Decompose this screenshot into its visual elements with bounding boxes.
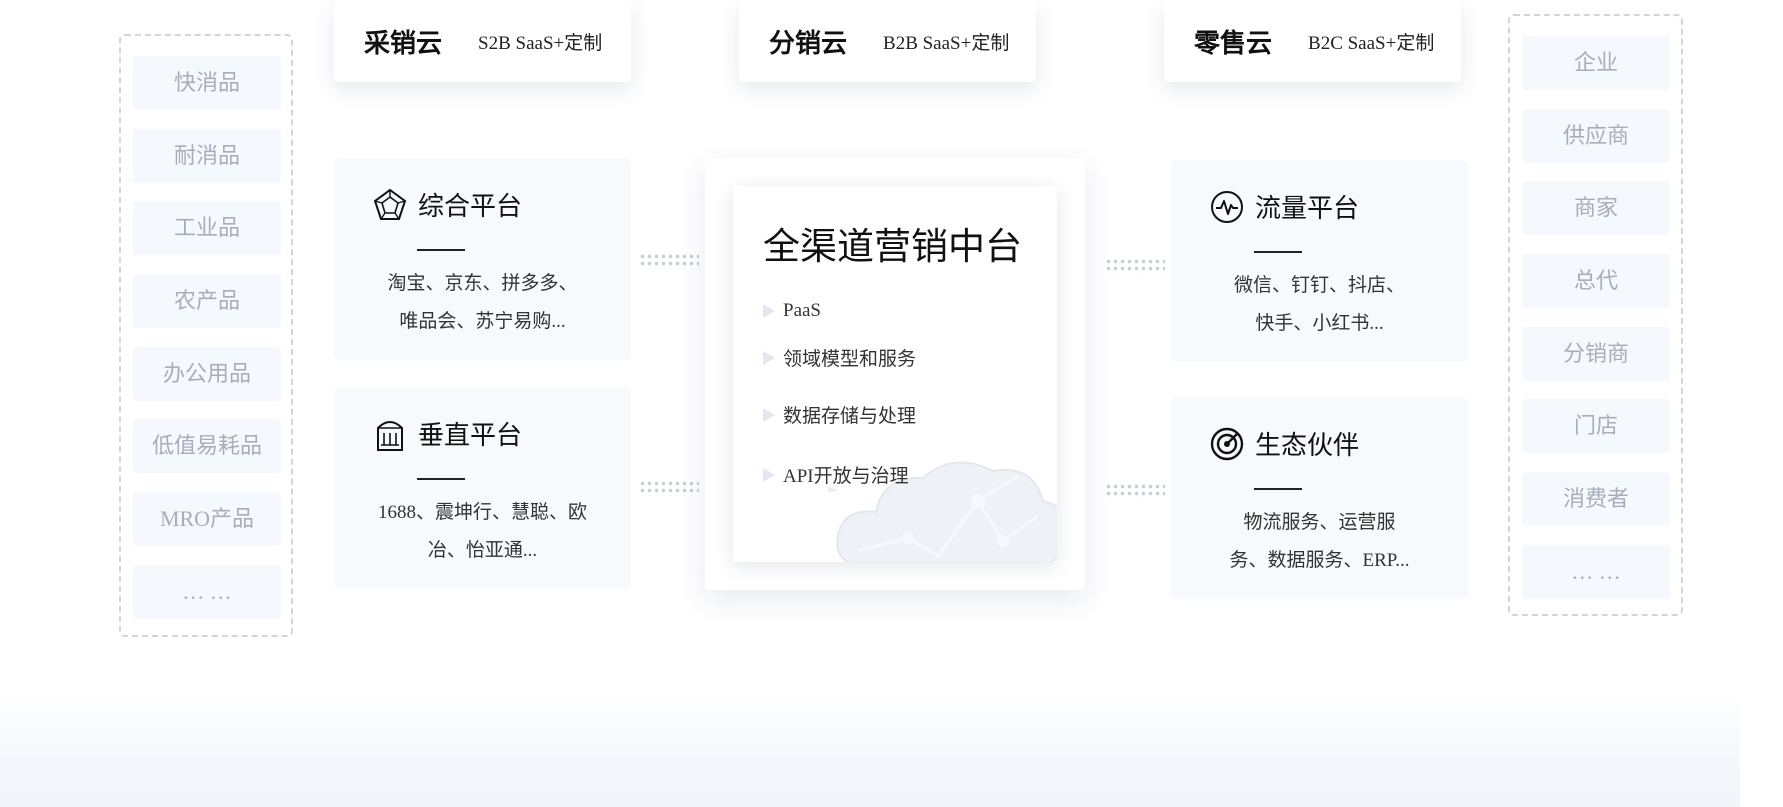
panel-description-line: 务、数据服务、ERP... — [1229, 550, 1410, 571]
connector-dots — [639, 480, 699, 496]
connector-dots — [1105, 483, 1165, 499]
panel-vertical-platform: 垂直平台 1688、震坤行、慧聪、欧 冶、怡亚通... — [334, 387, 631, 589]
right-role-group: 企业 供应商 商家 总代 分销商 门店 消费者 … … — [1508, 14, 1683, 616]
connector-dots — [639, 253, 699, 269]
cloud-card-procurement: 采销云 S2B SaaS+定制 — [334, 0, 631, 82]
center-hub-inner: 全渠道营销中台 PaaS 领域模型和服务 数据存储与处理 API开放与治理 — [733, 186, 1057, 562]
category-chip: 快消品 — [133, 56, 281, 110]
panel-ecosystem-partners: 生态伙伴 物流服务、运营服 务、数据服务、ERP... — [1171, 397, 1468, 599]
panel-description-line: 1688、震坤行、慧聪、欧 — [377, 502, 587, 523]
panel-divider — [1254, 488, 1302, 490]
center-hub-card: 全渠道营销中台 PaaS 领域模型和服务 数据存储与处理 API开放与治理 — [705, 158, 1085, 590]
center-hub-title: 全渠道营销中台 — [763, 226, 1022, 267]
hub-list-item: 领域模型和服务 — [763, 344, 916, 371]
panel-description-line: 唯品会、苏宁易购... — [399, 311, 566, 332]
cloud-card-subtitle: S2B SaaS+定制 — [478, 32, 603, 54]
hub-list-label: 领域模型和服务 — [783, 349, 917, 370]
role-chip: 企业 — [1522, 36, 1670, 90]
building-icon — [377, 420, 403, 451]
hub-list-item: 数据存储与处理 — [763, 401, 916, 428]
category-chip: 低值易耗品 — [133, 419, 281, 473]
role-chip: 门店 — [1522, 399, 1670, 453]
triangle-bullet-icon — [763, 350, 775, 365]
cloud-card-subtitle: B2B SaaS+定制 — [883, 32, 1010, 54]
triangle-bullet-icon — [763, 407, 775, 422]
cloud-card-title: 零售云 — [1194, 27, 1273, 58]
panel-divider — [417, 249, 465, 251]
panel-title: 生态伙伴 — [1255, 430, 1360, 460]
pentagon-web-icon — [373, 188, 407, 220]
category-chip-more: … … — [133, 565, 281, 619]
panel-traffic-platform: 流量平台 微信、钉钉、抖店、 快手、小红书... — [1171, 160, 1468, 362]
role-chip: 供应商 — [1522, 109, 1670, 163]
panel-description-line: 物流服务、运营服 — [1243, 512, 1396, 533]
category-chip: 工业品 — [133, 201, 281, 255]
panel-title: 综合平台 — [418, 191, 523, 221]
hub-list-label: 数据存储与处理 — [783, 406, 917, 427]
cloud-card-subtitle: B2C SaaS+定制 — [1308, 32, 1435, 54]
panel-description-line: 快手、小红书... — [1255, 313, 1384, 334]
cloud-card-distribution: 分销云 B2B SaaS+定制 — [739, 0, 1036, 82]
bottom-background-band — [0, 690, 1740, 807]
pulse-icon — [1211, 190, 1243, 223]
panel-description-line: 冶、怡亚通... — [427, 540, 538, 561]
hub-list-item: API开放与治理 — [763, 461, 909, 488]
role-chip: 商家 — [1522, 181, 1670, 235]
panel-title: 流量平台 — [1255, 193, 1360, 223]
role-chip: 总代 — [1522, 254, 1670, 308]
connector-dots — [1105, 258, 1165, 274]
category-chip: 办公用品 — [133, 347, 281, 401]
panel-description-line: 淘宝、京东、拼多多、 — [387, 273, 578, 294]
panel-comprehensive-platform: 综合平台 淘宝、京东、拼多多、 唯品会、苏宁易购... — [334, 158, 631, 360]
panel-divider — [417, 478, 465, 480]
panel-description-line: 微信、钉钉、抖店、 — [1233, 275, 1405, 296]
cloud-card-retail: 零售云 B2C SaaS+定制 — [1164, 0, 1461, 82]
hub-list-item: PaaS — [763, 300, 821, 322]
hub-list-label: PaaS — [783, 300, 821, 321]
cloud-card-title: 分销云 — [769, 27, 848, 58]
role-chip: 消费者 — [1522, 472, 1670, 526]
cloud-card-title: 采销云 — [364, 27, 443, 58]
target-icon — [1210, 427, 1244, 460]
role-chip-more: … … — [1522, 545, 1670, 599]
panel-title: 垂直平台 — [418, 420, 523, 450]
category-chip: 农产品 — [133, 274, 281, 328]
panel-divider — [1254, 251, 1302, 253]
category-chip: 耐消品 — [133, 129, 281, 183]
hub-list-label: API开放与治理 — [783, 466, 909, 487]
triangle-bullet-icon — [763, 467, 775, 482]
left-category-group: 快消品 耐消品 工业品 农产品 办公用品 低值易耗品 MRO产品 … … — [119, 34, 293, 637]
triangle-bullet-icon — [763, 304, 775, 318]
category-chip: MRO产品 — [133, 492, 281, 546]
role-chip: 分销商 — [1522, 327, 1670, 381]
